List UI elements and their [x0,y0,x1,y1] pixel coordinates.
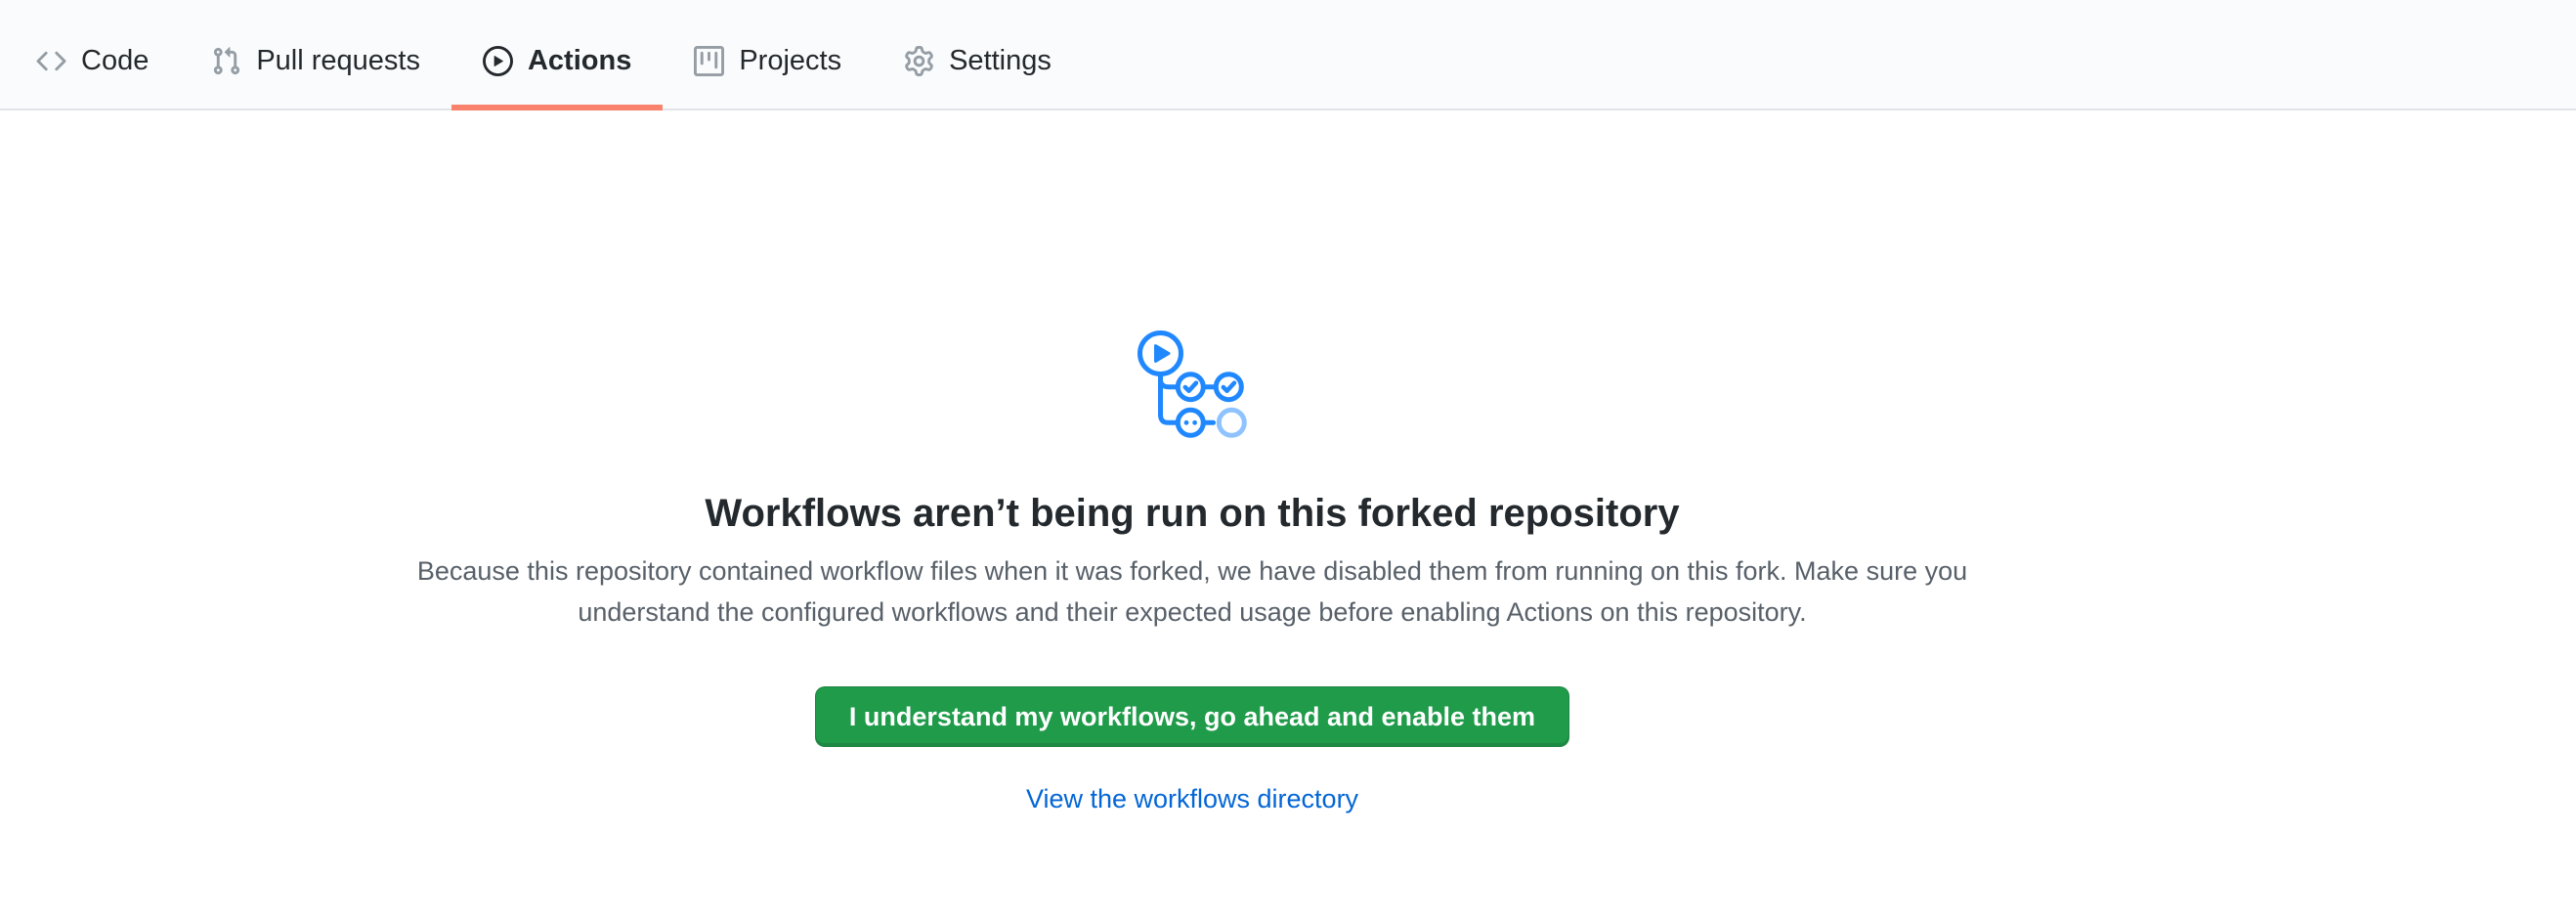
blankslate-description: Because this repository contained workfl… [381,550,2003,633]
tab-label: Pull requests [256,47,420,75]
blankslate-title: Workflows aren’t being run on this forke… [0,490,2384,537]
tab-code[interactable]: Code [5,0,180,110]
gear-icon [904,46,934,76]
tab-label: Actions [528,47,631,75]
tab-projects[interactable]: Projects [663,0,873,110]
blankslate: Workflows aren’t being run on this forke… [0,110,2384,815]
code-icon [36,46,66,76]
tab-settings[interactable]: Settings [873,0,1083,110]
tab-label: Projects [739,47,841,75]
repo-tab-nav: Code Pull requests Actions Projects Sett… [0,0,2576,110]
tab-actions[interactable]: Actions [451,0,663,110]
workflows-directory-link[interactable]: View the workflows directory [1026,782,1358,815]
git-pull-request-icon [211,46,241,76]
play-circle-icon [483,46,513,76]
button-row: I understand my workflows, go ahead and … [0,686,2384,747]
workflow-graph-icon [1136,329,1250,445]
project-board-icon [694,46,724,76]
tab-pull-requests[interactable]: Pull requests [180,0,451,110]
tab-label: Settings [949,47,1052,75]
actions-disabled-page: Workflows aren’t being run on this forke… [0,110,2384,815]
enable-workflows-button[interactable]: I understand my workflows, go ahead and … [815,686,1569,747]
tab-label: Code [81,47,149,75]
link-row: View the workflows directory [0,782,2384,815]
